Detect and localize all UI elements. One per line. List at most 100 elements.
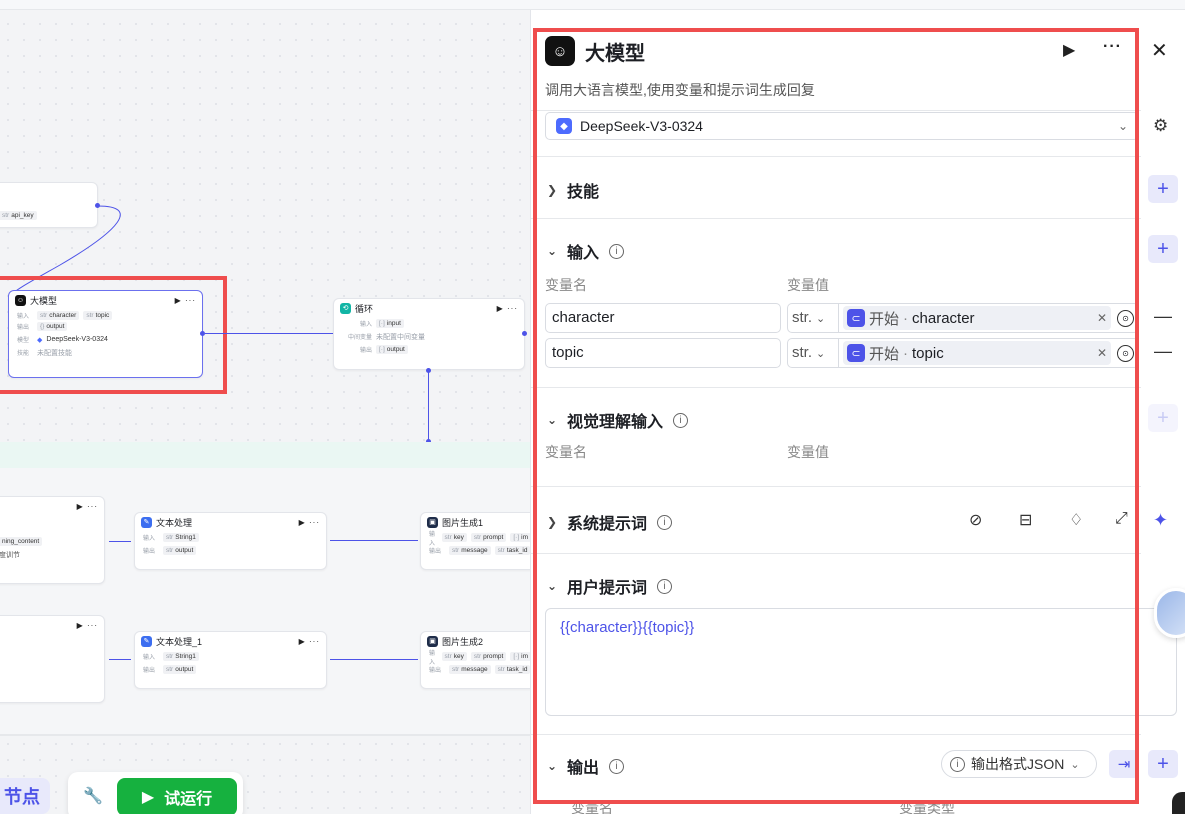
- output-format-select[interactable]: i 输出格式JSON ⌄: [941, 750, 1097, 778]
- left-b-run-icon[interactable]: ▶ ···: [77, 621, 98, 630]
- text1-output-label: 输出: [143, 549, 156, 555]
- info-icon[interactable]: i: [657, 578, 673, 594]
- text2-title: 文本处理_1: [156, 636, 203, 647]
- loop-icon: ⟲: [340, 302, 351, 314]
- floating-widget[interactable]: [1172, 792, 1185, 814]
- input-value-field[interactable]: ⊂ 开始 · topic ✕ ⊙: [839, 338, 1139, 368]
- ref-source: 开始: [869, 345, 900, 363]
- text-process-icon: ✎: [141, 635, 152, 647]
- add-skill-button[interactable]: +: [1148, 175, 1178, 203]
- edge-text1-img1: [330, 540, 418, 541]
- panel-title: 大模型: [585, 42, 645, 65]
- node-text1[interactable]: ✎ 文本处理 ▶ ··· 输入 str String1 输出 str output: [134, 512, 327, 570]
- add-vision-input-button[interactable]: +: [1148, 404, 1178, 432]
- img2-output-chip: str message: [449, 665, 491, 674]
- ref-variable: character: [912, 309, 975, 327]
- img1-output-chip: str task_id: [494, 546, 530, 555]
- expand-icon[interactable]: ⤢: [1115, 510, 1128, 528]
- add-output-button[interactable]: +: [1148, 750, 1178, 778]
- divider: [531, 553, 1141, 554]
- test-run-button[interactable]: ▶ 试运行: [117, 778, 237, 814]
- export-icon[interactable]: ⇥: [1109, 750, 1139, 778]
- prompt-library-icon[interactable]: ⊟: [1019, 510, 1032, 530]
- input-type-select[interactable]: str. ⌄: [787, 338, 839, 368]
- loop-input-chip: [·] input: [376, 319, 404, 328]
- add-input-button[interactable]: +: [1148, 235, 1178, 263]
- loop-port[interactable]: [522, 331, 527, 336]
- edge-a-text1: [109, 541, 131, 542]
- node-img1[interactable]: ▣ 图片生成1 输入 str key str prompt [·] im 输出 str m…: [420, 512, 530, 570]
- loop-node-title: 循环: [355, 303, 374, 314]
- close-icon[interactable]: ✕: [1151, 38, 1168, 63]
- section-inputs[interactable]: ⌄ 输入 i: [547, 239, 625, 263]
- text2-run-icon[interactable]: ▶ ···: [299, 637, 320, 646]
- section-output[interactable]: ⌄ 输出 i: [547, 754, 625, 778]
- loop-node-run-icon[interactable]: ▶ ···: [497, 304, 518, 313]
- ai-sparkle-icon[interactable]: ✦: [1153, 510, 1168, 531]
- loop-body-header: [0, 442, 530, 468]
- node-left-b[interactable]: ▶ ···: [0, 615, 105, 703]
- compass-icon[interactable]: ⊘: [969, 510, 982, 530]
- text-process-icon: ✎: [141, 516, 152, 528]
- info-icon[interactable]: i: [657, 514, 673, 530]
- image-gen-icon: ▣: [427, 635, 438, 647]
- node-left-a[interactable]: ▶ ··· ning_content 度训节: [0, 496, 105, 584]
- gear-icon[interactable]: ⚙: [1153, 116, 1168, 136]
- panel-description: 调用大语言模型,使用变量和提示词生成回复: [545, 82, 815, 98]
- input-name-field[interactable]: topic: [545, 338, 781, 368]
- column-header-name: 变量名: [545, 277, 587, 293]
- text2-input-label: 输入: [143, 655, 156, 661]
- text1-run-icon[interactable]: ▶ ···: [299, 518, 320, 527]
- edge-text2-img2: [330, 659, 418, 660]
- input-name-field[interactable]: character: [545, 303, 781, 333]
- target-icon[interactable]: ⊙: [1117, 309, 1134, 327]
- play-icon[interactable]: ▶: [1063, 40, 1075, 60]
- chevron-down-icon: ⌄: [547, 413, 558, 427]
- remove-input-button[interactable]: —: [1154, 341, 1172, 362]
- more-icon[interactable]: ···: [1103, 38, 1122, 56]
- text2-input-chip: str String1: [163, 652, 199, 661]
- selected-node-highlight: [0, 276, 227, 394]
- input-value-field[interactable]: ⊂ 开始 · character ✕ ⊙: [839, 303, 1139, 333]
- deepseek-icon: ◆: [556, 118, 572, 134]
- img2-input-chip: str key: [441, 652, 467, 661]
- node-text2[interactable]: ✎ 文本处理_1 ▶ ··· 输入 str String1 输出 str output: [134, 631, 327, 689]
- input-type-select[interactable]: str. ⌄: [787, 303, 839, 333]
- target-icon[interactable]: ⊙: [1117, 344, 1134, 362]
- start-node-icon: ⊂: [847, 344, 865, 362]
- divider: [531, 110, 1141, 111]
- divider: [531, 486, 1141, 487]
- section-vision-input[interactable]: ⌄ 视觉理解输入 i: [547, 408, 689, 432]
- node-loop[interactable]: ⟲ 循环 ▶ ··· 输入 [·] input 中间变量 未配置中间变量 输出 […: [333, 298, 525, 370]
- variable-ref-tag: ⊂ 开始 · character ✕: [843, 306, 1111, 330]
- section-user-prompt[interactable]: ⌄ 用户提示词 i: [547, 574, 673, 598]
- column-header-type: 变量类型: [899, 800, 955, 814]
- section-system-prompt[interactable]: ❯ 系统提示词 i: [547, 510, 673, 534]
- chevron-down-icon: ⌄: [547, 579, 558, 593]
- info-icon[interactable]: i: [673, 412, 689, 428]
- remove-input-button[interactable]: —: [1154, 306, 1172, 327]
- workflow-canvas[interactable]: str api_key ☺ 大模型 ▶ ··· 输入 str character s…: [0, 0, 530, 814]
- text1-output-chip: str output: [163, 546, 197, 555]
- divider: [531, 218, 1141, 219]
- info-icon[interactable]: i: [609, 758, 625, 774]
- model-select[interactable]: ◆ DeepSeek-V3-0324 ⌄: [545, 112, 1139, 140]
- text1-input-chip: str String1: [163, 533, 199, 542]
- text1-input-label: 输入: [143, 536, 156, 542]
- llm-logo-icon: ☺: [545, 36, 575, 66]
- wrench-icon[interactable]: 🔧: [83, 786, 103, 806]
- info-icon[interactable]: i: [609, 243, 625, 259]
- img2-output-label: 输出: [429, 668, 442, 674]
- user-prompt-editor[interactable]: {{character}}{{topic}}: [545, 608, 1177, 716]
- lightbulb-icon[interactable]: ♢: [1069, 510, 1083, 530]
- assistant-avatar[interactable]: [1154, 588, 1185, 638]
- clear-icon[interactable]: ✕: [1097, 346, 1107, 360]
- section-skills[interactable]: ❯ 技能: [547, 178, 599, 202]
- node-img2[interactable]: ▣ 图片生成2 输入 str key str prompt [·] im 输出 str m…: [420, 631, 530, 689]
- left-a-run-icon[interactable]: ▶ ···: [77, 502, 98, 511]
- add-node-button[interactable]: 节点: [0, 778, 50, 814]
- img1-title: 图片生成1: [442, 517, 484, 528]
- img1-input-label: 输入: [429, 531, 436, 547]
- clear-icon[interactable]: ✕: [1097, 311, 1107, 325]
- chevron-down-icon: ⌄: [1117, 119, 1128, 133]
